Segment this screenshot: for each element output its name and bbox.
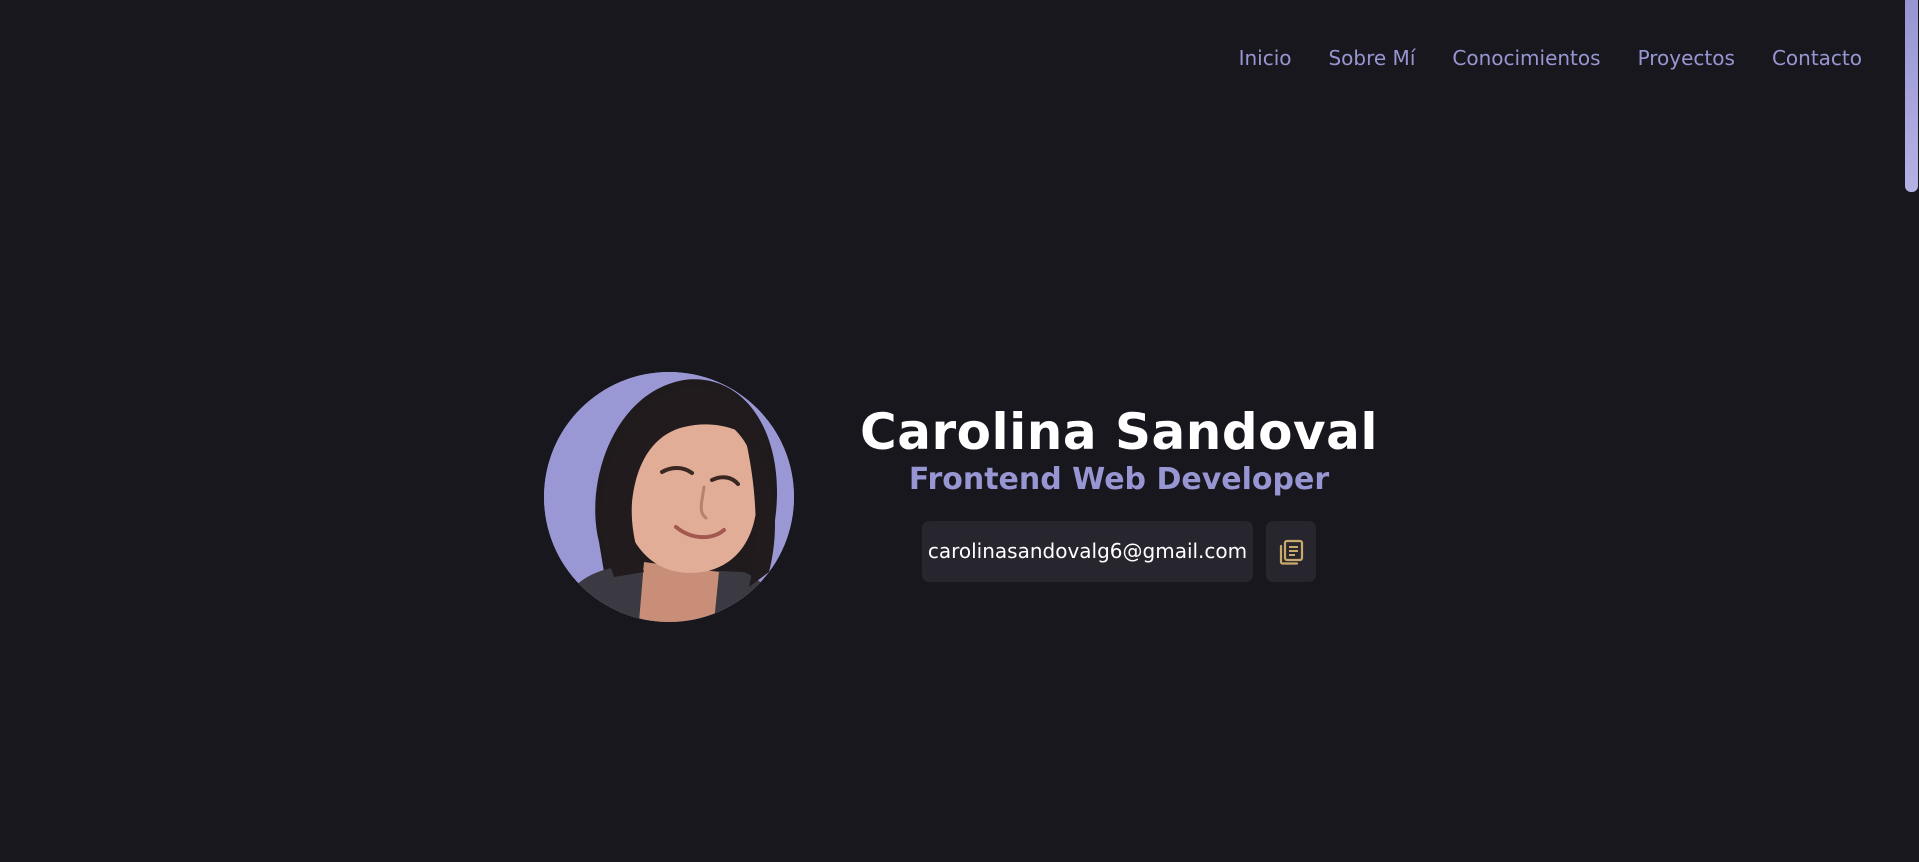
hero-section: Carolina Sandoval Frontend Web Developer…	[544, 372, 1377, 622]
nav-link-contacto[interactable]: Contacto	[1772, 46, 1862, 70]
copy-email-button[interactable]	[1266, 521, 1317, 582]
email-display[interactable]: carolinasandovalg6@gmail.com	[921, 521, 1254, 582]
scrollbar-thumb[interactable]	[1905, 0, 1918, 192]
hero-info: Carolina Sandoval Frontend Web Developer…	[860, 403, 1377, 582]
nav-link-conocimientos[interactable]: Conocimientos	[1452, 46, 1600, 70]
nav-link-sobre-mi[interactable]: Sobre Mí	[1328, 46, 1415, 70]
nav-link-inicio[interactable]: Inicio	[1239, 46, 1292, 70]
page: Inicio Sobre Mí Conocimientos Proyectos …	[0, 0, 1919, 862]
name-heading: Carolina Sandoval	[860, 403, 1378, 461]
email-row: carolinasandovalg6@gmail.com	[921, 521, 1317, 582]
top-nav: Inicio Sobre Mí Conocimientos Proyectos …	[1202, 46, 1862, 70]
avatar-portrait	[544, 372, 794, 622]
avatar	[544, 372, 794, 622]
scrollbar[interactable]	[1905, 0, 1919, 862]
copy-icon	[1280, 539, 1304, 565]
nav-link-proyectos[interactable]: Proyectos	[1638, 46, 1735, 70]
role-subtitle: Frontend Web Developer	[908, 462, 1330, 497]
